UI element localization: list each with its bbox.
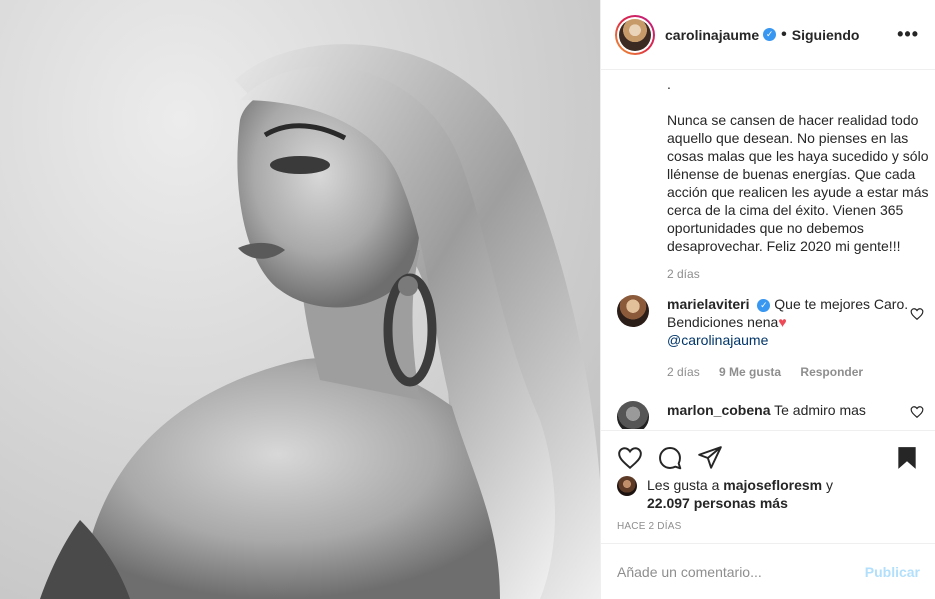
- add-comment-bar: Publicar: [601, 543, 935, 599]
- author-avatar[interactable]: [615, 14, 655, 55]
- comment-item: marlon_cobena Te admiro mas: [617, 401, 924, 429]
- reply-button[interactable]: Responder: [800, 365, 863, 379]
- red-heart-emoji-icon: ♥: [778, 314, 787, 330]
- separator-dot: •: [781, 25, 787, 43]
- likes-summary: Les gusta a majosefloresm y 22.097 perso…: [617, 476, 922, 512]
- post-header: carolinajaume ✓ • Siguiendo •••: [601, 0, 935, 70]
- share-paper-plane-icon[interactable]: [697, 445, 723, 471]
- posted-time: Hace 2 días: [617, 521, 682, 532]
- commenter-avatar[interactable]: [617, 401, 649, 429]
- comments-list[interactable]: . Nunca se cansen de hacer realidad todo…: [601, 71, 935, 429]
- comment-input[interactable]: [617, 563, 865, 580]
- likes-prefix: Les gusta a: [647, 477, 720, 493]
- verified-badge-icon: ✓: [763, 28, 777, 41]
- caption-time: 2 días: [667, 267, 700, 281]
- commenter-avatar[interactable]: [617, 295, 649, 327]
- publish-button[interactable]: Publicar: [865, 564, 920, 580]
- like-comment-icon[interactable]: [910, 405, 924, 419]
- comment-bubble-icon[interactable]: [657, 445, 683, 471]
- post-actions-bar: [601, 430, 935, 474]
- comment-text: Te admiro mas: [774, 402, 866, 418]
- portrait-image: [40, 44, 600, 599]
- likes-count[interactable]: 22.097 personas más: [647, 495, 788, 511]
- comment-likes[interactable]: 9 Me gusta: [719, 365, 781, 379]
- commenter-username[interactable]: marlon_cobena: [667, 402, 770, 418]
- post-side-panel: carolinajaume ✓ • Siguiendo ••• . Nunca …: [600, 0, 935, 599]
- verified-badge-icon: ✓: [757, 298, 771, 312]
- author-username[interactable]: carolinajaume: [665, 27, 759, 43]
- comment-time: 2 días: [667, 365, 700, 379]
- comment-item: marielaviteri ✓ Que te mejores Caro. Ben…: [617, 295, 924, 381]
- like-comment-icon[interactable]: [910, 307, 924, 321]
- comment-mention[interactable]: @carolinajaume: [667, 332, 768, 348]
- more-options-icon[interactable]: •••: [897, 24, 919, 45]
- following-button[interactable]: Siguiendo: [792, 27, 860, 43]
- likes-and: y: [826, 477, 833, 493]
- liker-username[interactable]: majosefloresm: [723, 477, 822, 493]
- post-caption: . Nunca se cansen de hacer realidad todo…: [667, 76, 929, 254]
- save-bookmark-icon[interactable]: [894, 445, 920, 471]
- like-heart-icon[interactable]: [617, 445, 643, 471]
- post-photo[interactable]: [0, 0, 600, 599]
- commenter-username[interactable]: marielaviteri: [667, 296, 750, 312]
- liker-avatar[interactable]: [617, 476, 637, 496]
